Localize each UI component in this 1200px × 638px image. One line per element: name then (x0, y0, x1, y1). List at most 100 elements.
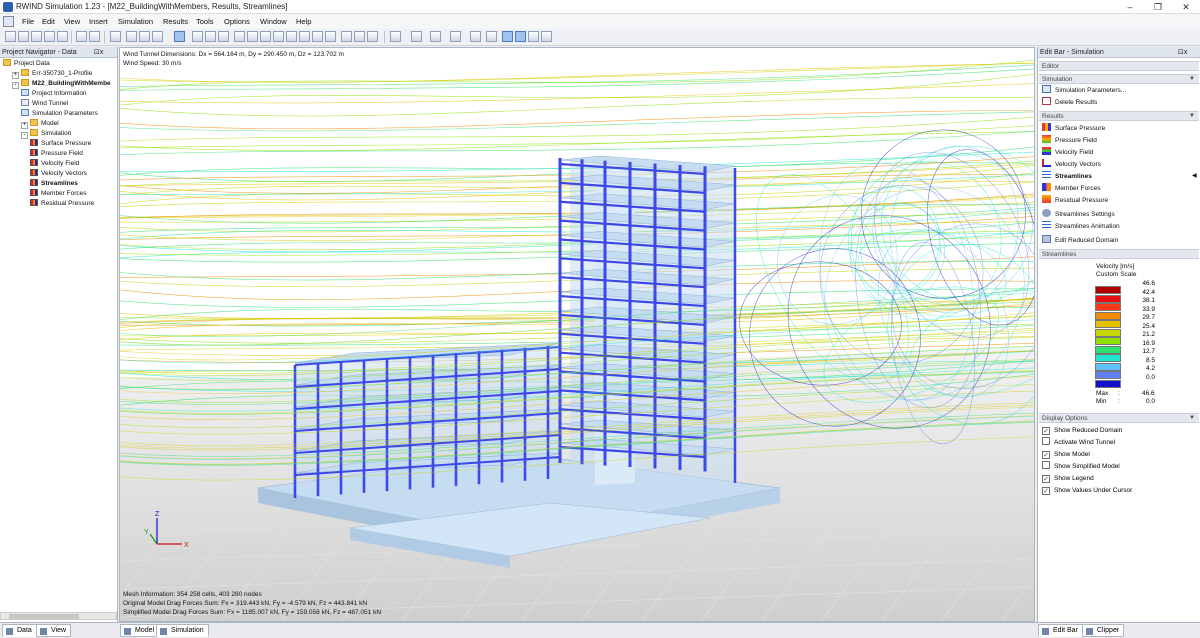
pin-icon[interactable]: ⊡x (94, 47, 103, 58)
display-option[interactable]: ✓ Show Model (1042, 449, 1090, 460)
tree-item[interactable]: Streamlines (30, 179, 78, 189)
checkbox-icon[interactable] (1042, 437, 1050, 445)
save-icon[interactable] (31, 31, 42, 42)
result-velocity-field[interactable]: Velocity Field (1042, 147, 1093, 158)
menu-file[interactable]: File (22, 17, 34, 26)
pin-icon[interactable]: ⊡x (1178, 47, 1187, 58)
view-x-icon[interactable] (247, 31, 258, 42)
pointer-icon[interactable] (110, 31, 121, 42)
show-legend-icon[interactable] (515, 31, 526, 42)
expand-icon[interactable]: + (12, 72, 19, 79)
horizontal-scrollbar[interactable] (0, 612, 117, 620)
select-icon[interactable] (126, 31, 137, 42)
tree-item[interactable]: Project Information (21, 89, 87, 99)
scrollbar-thumb[interactable] (9, 614, 79, 619)
tree-item[interactable]: - M22_BuildingWithMembe (12, 79, 111, 89)
tree-item[interactable]: Simulation Parameters (21, 109, 98, 119)
streamlines-settings-item[interactable]: Streamlines Settings (1042, 209, 1115, 220)
display-option[interactable]: ✓ Show Reduced Domain (1042, 425, 1122, 436)
menu-results[interactable]: Results (163, 17, 188, 26)
tree-item[interactable]: Project Data (3, 59, 50, 69)
zoom-icon[interactable] (325, 31, 336, 42)
result-streamlines[interactable]: Streamlines ◀ (1042, 171, 1197, 182)
delete-results-item[interactable]: Delete Results (1042, 97, 1097, 108)
result-pressure-field[interactable]: Pressure Field (1042, 135, 1097, 146)
streamlines-animation-item[interactable]: Streamlines Animation (1042, 221, 1120, 232)
display-option[interactable]: ✓ Show Values Under Cursor (1042, 485, 1132, 496)
tab-data[interactable]: Data (2, 624, 37, 637)
filter-icon[interactable] (367, 31, 378, 42)
section-results[interactable]: Results ▼ (1039, 111, 1199, 121)
checkbox-checked-icon[interactable]: ✓ (1042, 427, 1050, 435)
view-iso-icon[interactable] (234, 31, 245, 42)
3d-viewport[interactable]: Z X Y Wind Tunnel Dimensions: Dx = 564.1… (119, 47, 1035, 622)
tree-item[interactable]: Residual Pressure (30, 199, 94, 209)
collapse-icon[interactable]: - (12, 82, 19, 89)
print-icon[interactable] (57, 31, 68, 42)
menu-help[interactable]: Help (296, 17, 311, 26)
tree-item[interactable]: Surface Pressure (30, 139, 91, 149)
tree-item[interactable]: + Model (21, 119, 59, 129)
tree-item[interactable]: Member Forces (30, 189, 87, 199)
open-icon[interactable] (18, 31, 29, 42)
animation-icon[interactable] (528, 31, 539, 42)
edit-model-icon[interactable] (411, 31, 422, 42)
display-option[interactable]: Show Simplified Model (1042, 461, 1120, 472)
section-editor[interactable]: Editor (1039, 61, 1199, 71)
checkbox-icon[interactable] (1042, 461, 1050, 469)
result-surface-pressure[interactable]: Surface Pressure (1042, 123, 1105, 134)
redo-icon[interactable] (89, 31, 100, 42)
display-option[interactable]: Activate Wind Tunnel (1042, 437, 1115, 448)
section-simulation[interactable]: Simulation ▼ (1039, 74, 1199, 84)
layers-icon[interactable] (390, 31, 401, 42)
result-residual-pressure[interactable]: Residual Pressure (1042, 195, 1108, 206)
tree-item[interactable]: + Err-350730_1-Profile (12, 69, 92, 79)
section-streamlines[interactable]: Streamlines (1039, 249, 1199, 259)
tab-view[interactable]: View (36, 624, 72, 637)
menu-insert[interactable]: Insert (89, 17, 108, 26)
perspective-icon[interactable] (341, 31, 352, 42)
result-velocity-vectors[interactable]: Velocity Vectors (1042, 159, 1101, 170)
tab-clipper[interactable]: Clipper (1082, 624, 1125, 637)
render-wire-icon[interactable] (205, 31, 216, 42)
simulation-scene[interactable]: Z X Y (120, 48, 1035, 622)
section-display-options[interactable]: Display Options ▼ (1039, 413, 1199, 423)
simulation-parameters-item[interactable]: Simulation Parameters... (1042, 85, 1126, 96)
settings-icon[interactable] (541, 31, 552, 42)
collapse-icon[interactable]: - (21, 132, 28, 139)
results-icon[interactable] (486, 31, 497, 42)
expand-icon[interactable]: + (21, 122, 28, 129)
render-transparent-icon[interactable] (218, 31, 229, 42)
display-option[interactable]: ✓ Show Legend (1042, 473, 1094, 484)
streamline-icon[interactable] (470, 31, 481, 42)
view-y-icon[interactable] (260, 31, 271, 42)
edit-reduced-domain-item[interactable]: Edit Reduced Domain (1042, 235, 1118, 246)
system-menu-icon[interactable] (3, 16, 14, 27)
tab-model[interactable]: Model (120, 624, 160, 637)
menu-options[interactable]: Options (224, 17, 250, 26)
menu-simulation[interactable]: Simulation (118, 17, 153, 26)
view-z-icon[interactable] (273, 31, 284, 42)
new-icon[interactable] (5, 31, 16, 42)
tree-item[interactable]: Pressure Field (30, 149, 83, 159)
grid-icon[interactable] (174, 31, 185, 42)
checkbox-checked-icon[interactable]: ✓ (1042, 487, 1050, 495)
checkbox-checked-icon[interactable]: ✓ (1042, 451, 1050, 459)
save-all-icon[interactable] (44, 31, 55, 42)
menu-window[interactable]: Window (260, 17, 287, 26)
close-button[interactable]: ✕ (1172, 0, 1200, 14)
color-icon[interactable] (354, 31, 365, 42)
render-solid-icon[interactable] (192, 31, 203, 42)
menu-view[interactable]: View (64, 17, 80, 26)
tree-item[interactable]: Wind Tunnel (21, 99, 68, 109)
menu-edit[interactable]: Edit (42, 17, 55, 26)
pan-icon[interactable] (312, 31, 323, 42)
tab-edit-bar[interactable]: Edit Bar (1038, 624, 1083, 637)
checkbox-checked-icon[interactable]: ✓ (1042, 475, 1050, 483)
tree-item[interactable]: Velocity Vectors (30, 169, 87, 179)
undo-icon[interactable] (76, 31, 87, 42)
tab-simulation[interactable]: Simulation (156, 624, 209, 637)
tree-item[interactable]: Velocity Field (30, 159, 79, 169)
rotate-icon[interactable] (299, 31, 310, 42)
zoom-all-icon[interactable] (152, 31, 163, 42)
